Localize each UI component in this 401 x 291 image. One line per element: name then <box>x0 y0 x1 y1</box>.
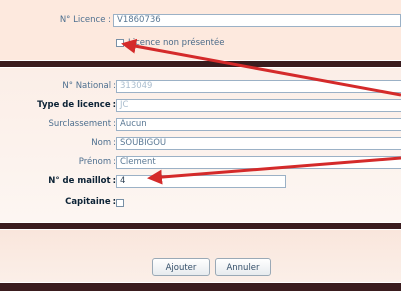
arrow-to-maillot-input <box>147 156 401 185</box>
arrow-to-licence-checkbox <box>121 38 401 97</box>
annotation-arrows <box>121 38 401 185</box>
